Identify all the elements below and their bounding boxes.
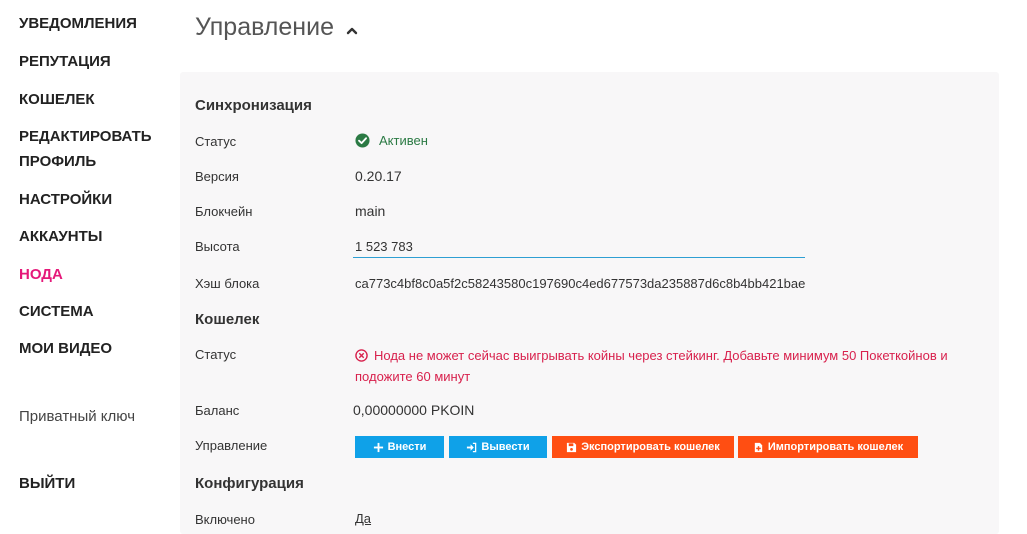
sign-in-icon bbox=[467, 442, 477, 452]
height-value: 1 523 783 bbox=[355, 239, 413, 254]
height-label: Высота bbox=[195, 239, 240, 254]
sidebar-item-notifications[interactable]: УВЕДОМЛЕНИЯ bbox=[19, 11, 137, 37]
import-wallet-button-label: Импортировать кошелек bbox=[767, 441, 904, 453]
balance-label: Баланс bbox=[195, 403, 240, 418]
sidebar-item-node[interactable]: НОДА bbox=[19, 262, 63, 288]
export-wallet-button-label: Экспортировать кошелек bbox=[581, 441, 720, 453]
error-circle-icon bbox=[355, 349, 368, 362]
sidebar-item-private-key[interactable]: Приватный ключ bbox=[19, 408, 135, 425]
deposit-button[interactable]: Внести bbox=[355, 436, 444, 458]
sidebar-item-reputation[interactable]: РЕПУТАЦИЯ bbox=[19, 49, 111, 75]
sidebar-item-logout[interactable]: ВЫЙТИ bbox=[19, 471, 75, 497]
chevron-up-icon[interactable] bbox=[345, 24, 359, 36]
withdraw-button[interactable]: Вывести bbox=[449, 436, 547, 458]
page-title: Управление bbox=[195, 13, 334, 41]
version-value: 0.20.17 bbox=[355, 168, 402, 184]
export-wallet-button[interactable]: Экспортировать кошелек bbox=[552, 436, 734, 458]
file-import-icon bbox=[754, 442, 762, 452]
enabled-label: Включено bbox=[195, 512, 255, 527]
withdraw-button-label: Вывести bbox=[481, 441, 530, 453]
wallet-status-message: Нода не может сейчас выигрывать койны че… bbox=[355, 345, 985, 387]
sync-status-text: Активен bbox=[379, 133, 428, 148]
sidebar-item-settings[interactable]: НАСТРОЙКИ bbox=[19, 187, 112, 213]
sidebar: УВЕДОМЛЕНИЯ РЕПУТАЦИЯ КОШЕЛЕК РЕДАКТИРОВ… bbox=[0, 0, 180, 534]
height-progress-underline bbox=[353, 257, 805, 258]
plus-icon bbox=[373, 442, 383, 452]
blockchain-value: main bbox=[355, 203, 386, 219]
wallet-status-line1: Нода не может сейчас выигрывать койны че… bbox=[374, 348, 948, 363]
manage-label: Управление bbox=[195, 438, 268, 453]
save-icon bbox=[567, 442, 577, 452]
wallet-status-line2: подожите 60 минут bbox=[355, 369, 471, 384]
wallet-status-label: Статус bbox=[195, 347, 237, 362]
sync-section-title: Синхронизация bbox=[195, 97, 312, 114]
sidebar-item-wallet[interactable]: КОШЕЛЕК bbox=[19, 87, 95, 113]
node-management-panel bbox=[180, 72, 999, 534]
enabled-value-link[interactable]: Да bbox=[355, 511, 371, 526]
block-hash-value: ca773c4bf8c0a5f2c58243580c197690c4ed6775… bbox=[355, 276, 806, 291]
import-wallet-button[interactable]: Импортировать кошелек bbox=[738, 436, 918, 458]
block-hash-label: Хэш блока bbox=[195, 276, 260, 291]
deposit-button-label: Внести bbox=[387, 441, 427, 453]
sidebar-item-system[interactable]: СИСТЕМА bbox=[19, 299, 94, 325]
config-section-title: Конфигурация bbox=[195, 475, 304, 492]
wallet-section-title: Кошелек bbox=[195, 311, 260, 328]
sidebar-item-accounts[interactable]: АККАУНТЫ bbox=[19, 224, 102, 250]
sidebar-item-edit-profile-line2[interactable]: ПРОФИЛЬ bbox=[19, 149, 96, 175]
sync-status-value: Активен bbox=[355, 133, 428, 148]
blockchain-label: Блокчейн bbox=[195, 204, 253, 219]
sidebar-item-edit-profile[interactable]: РЕДАКТИРОВАТЬ bbox=[19, 124, 152, 150]
sync-status-label: Статус bbox=[195, 134, 237, 149]
check-circle-icon bbox=[355, 133, 370, 148]
sidebar-item-my-videos[interactable]: МОИ ВИДЕО bbox=[19, 336, 112, 362]
version-label: Версия bbox=[195, 169, 239, 184]
balance-value: 0,00000000 PKOIN bbox=[353, 402, 475, 418]
